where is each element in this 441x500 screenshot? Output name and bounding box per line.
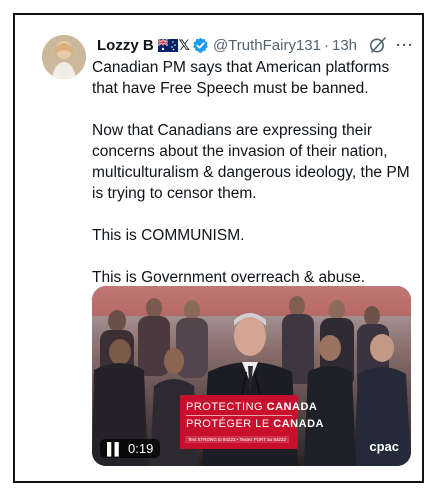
more-icon[interactable]: ···: [396, 37, 414, 54]
cpac-watermark: cpac: [369, 439, 399, 454]
podium-divider: [186, 415, 292, 416]
author-name[interactable]: Lozzy B: [97, 37, 154, 54]
tweet-text: Canadian PM says that American platforms…: [92, 57, 412, 309]
author-handle[interactable]: @TruthFairy131: [213, 37, 321, 54]
australia-flag-icon: [157, 37, 178, 52]
podium-sign: PROTECTING CANADA PROTÉGER LE CANADA Tex…: [180, 395, 323, 449]
podium-text-line3: Text STRONG to 84223 • Textez FORT au 84…: [185, 436, 289, 443]
tweet-paragraph-3: This is COMMUNISM.: [92, 227, 245, 244]
verified-badge-icon: [192, 37, 209, 54]
tweet-paragraph-1: Canadian PM says that American platforms…: [92, 59, 390, 97]
tweet-paragraph-4: This is Government overreach & abuse.: [92, 269, 366, 286]
podium-text-line2-b: CANADA: [273, 418, 324, 430]
video-duration: 0:19: [128, 441, 154, 456]
tweet-card: Lozzy B 𝕏 @TruthFairy131 · 13h ··· Canad…: [13, 13, 424, 483]
separator-dot: ·: [324, 36, 329, 54]
podium-text-line2-a: PROTÉGER LE: [186, 418, 274, 430]
podium-text-line1-b: CANADA: [266, 401, 318, 413]
post-time[interactable]: 13h: [332, 37, 357, 54]
tweet-header: Lozzy B 𝕏 @TruthFairy131 · 13h ···: [97, 36, 414, 54]
pause-icon[interactable]: ▌▌: [107, 442, 123, 456]
grok-icon[interactable]: [369, 36, 387, 54]
video-duration-badge[interactable]: ▌▌ 0:19: [100, 439, 161, 458]
video-player[interactable]: PROTECTING CANADA PROTÉGER LE CANADA Tex…: [92, 286, 411, 466]
tweet-paragraph-2: Now that Canadians are expressing their …: [92, 122, 410, 202]
avatar[interactable]: [42, 35, 86, 79]
podium-text-line1-a: PROTECTING: [186, 401, 267, 413]
x-logo-icon: 𝕏: [178, 36, 190, 53]
